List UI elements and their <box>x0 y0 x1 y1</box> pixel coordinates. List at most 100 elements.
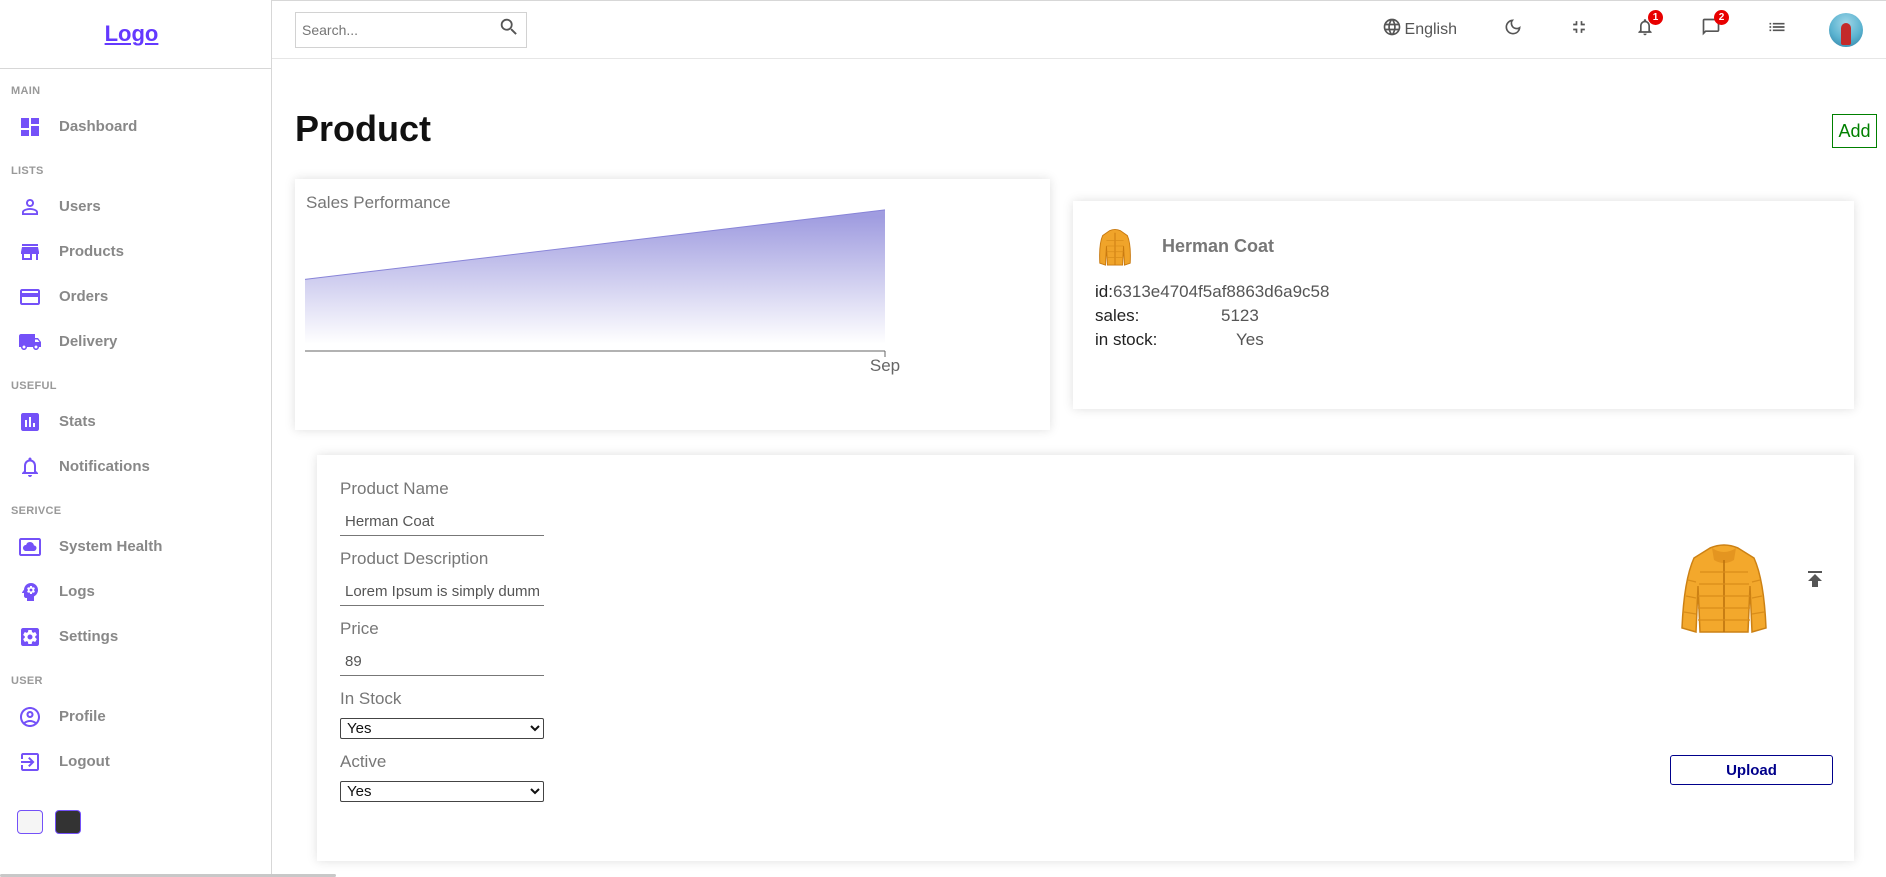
moon-icon <box>1503 17 1523 42</box>
sidebar-item-stats[interactable]: Stats <box>11 399 271 444</box>
notifications-button[interactable]: 1 <box>1635 10 1663 42</box>
sidebar-item-label: Profile <box>59 708 106 725</box>
language-label: English <box>1404 20 1457 38</box>
messages-button[interactable]: 2 <box>1701 10 1729 42</box>
upload-button[interactable]: Upload <box>1670 755 1833 785</box>
product-id-row: id: 6313e4704f5af8863d6a9c58 <box>1095 282 1329 302</box>
sidebar-section-main: MAIN Dashboard <box>0 85 271 149</box>
messages-badge: 2 <box>1714 10 1729 25</box>
sidebar-item-profile[interactable]: Profile <box>11 694 271 739</box>
sidebar-item-label: Orders <box>59 288 109 305</box>
list-icon <box>1767 17 1787 42</box>
section-title: LISTS <box>11 165 44 177</box>
sales-value: 5123 <box>1221 306 1259 325</box>
sidebar-item-system-health[interactable]: System Health <box>11 524 271 569</box>
list-button[interactable] <box>1767 17 1787 42</box>
section-title: USEFUL <box>11 380 57 392</box>
search-input[interactable] <box>302 21 498 38</box>
language-selector[interactable]: English <box>1382 17 1457 42</box>
dark-mode-toggle[interactable] <box>1503 17 1523 42</box>
sidebar-item-label: Settings <box>59 628 119 645</box>
navbar-items: English 1 2 <box>1336 10 1863 47</box>
sidebar-item-logout[interactable]: Logout <box>11 739 271 784</box>
product-name-label: Product Name <box>340 479 449 498</box>
avatar[interactable] <box>1829 12 1863 47</box>
stock-label: in stock: <box>1095 330 1158 349</box>
section-title: USER <box>11 675 43 687</box>
navbar: English 1 2 <box>272 0 1886 59</box>
active-select[interactable]: Yes <box>340 781 544 802</box>
logout-icon <box>17 749 43 775</box>
sidebar-section-useful: USEFUL Stats Notifications <box>0 380 271 489</box>
id-value: 6313e4704f5af8863d6a9c58 <box>1112 282 1330 301</box>
sidebar-section-service: SERIVCE System Health Logs Settings <box>0 505 271 659</box>
sidebar-item-orders[interactable]: Orders <box>11 274 271 319</box>
sidebar-item-users[interactable]: Users <box>11 184 271 229</box>
page-title: Product <box>295 108 432 149</box>
in-stock-label: In Stock <box>340 689 402 708</box>
price-field[interactable] <box>340 648 544 676</box>
logo-container: Logo <box>0 0 271 69</box>
sidebar-item-label: Products <box>59 243 125 260</box>
sidebar-item-settings[interactable]: Settings <box>11 614 271 659</box>
product-image <box>1681 544 1767 633</box>
in-stock-select[interactable]: Yes <box>340 718 544 739</box>
price-label: Price <box>340 619 379 638</box>
store-icon <box>17 239 43 265</box>
sidebar: Logo MAIN Dashboard LISTS Users Products… <box>0 0 272 877</box>
fullscreen-exit-toggle[interactable] <box>1569 17 1589 42</box>
truck-icon <box>17 329 43 355</box>
sidebar-item-label: Stats <box>59 413 96 430</box>
sidebar-item-label: Delivery <box>59 333 118 350</box>
x-tick-label: Sep <box>870 356 900 375</box>
product-sales-row: sales: 5123 <box>1095 306 1259 326</box>
add-button[interactable]: Add <box>1832 114 1877 148</box>
section-title: SERIVCE <box>11 505 62 517</box>
sales-label: sales: <box>1095 306 1140 325</box>
notifications-badge: 1 <box>1648 10 1663 25</box>
credit-card-icon <box>17 284 43 310</box>
logo[interactable]: Logo <box>105 21 159 47</box>
sales-area-chart: Sep <box>304 209 900 375</box>
search-box <box>295 11 527 48</box>
product-edit-form: Product Name Product Description Price I… <box>317 455 1854 861</box>
sidebar-item-label: Logout <box>59 753 110 770</box>
cloud-icon <box>17 534 43 560</box>
sidebar-item-logs[interactable]: Logs <box>11 569 271 614</box>
search-icon[interactable] <box>498 16 520 43</box>
sidebar-section-lists: LISTS Users Products Orders Delivery <box>0 165 271 364</box>
product-description-field[interactable] <box>340 578 544 606</box>
dashboard-icon <box>17 114 43 140</box>
fullscreen-exit-icon <box>1569 17 1589 42</box>
sidebar-item-products[interactable]: Products <box>11 229 271 274</box>
sidebar-item-dashboard[interactable]: Dashboard <box>11 104 271 149</box>
sidebar-item-label: Logs <box>59 583 95 600</box>
upload-icon[interactable] <box>1803 567 1827 591</box>
id-label: id: <box>1095 282 1113 301</box>
bell-icon <box>17 454 43 480</box>
sidebar-item-delivery[interactable]: Delivery <box>11 319 271 364</box>
product-description-label: Product Description <box>340 549 489 568</box>
app: Logo MAIN Dashboard LISTS Users Products… <box>0 0 1886 877</box>
settings-icon <box>17 624 43 650</box>
account-circle-icon <box>17 704 43 730</box>
product-stock-row: in stock: Yes <box>1095 330 1264 350</box>
language-icon <box>1382 17 1402 42</box>
sidebar-item-label: Users <box>59 198 101 215</box>
chart-area <box>305 209 885 351</box>
sidebar-item-label: Dashboard <box>59 118 138 135</box>
product-info-card: Herman Coat id: 6313e4704f5af8863d6a9c58… <box>1073 201 1854 409</box>
form-fields: Product Name Product Description Price I… <box>340 477 544 813</box>
person-icon <box>17 194 43 220</box>
psychology-icon <box>17 579 43 605</box>
light-theme-button[interactable] <box>17 810 43 834</box>
sales-chart-card: Sales Performance Sep <box>295 179 1050 430</box>
active-label: Active <box>340 752 387 771</box>
product-name-field[interactable] <box>340 508 544 536</box>
section-title: MAIN <box>11 85 41 97</box>
theme-switcher <box>17 810 271 834</box>
dark-theme-button[interactable] <box>55 810 81 834</box>
sidebar-item-label: Notifications <box>59 458 150 475</box>
sidebar-item-notifications[interactable]: Notifications <box>11 444 271 489</box>
bar-chart-icon <box>17 409 43 435</box>
